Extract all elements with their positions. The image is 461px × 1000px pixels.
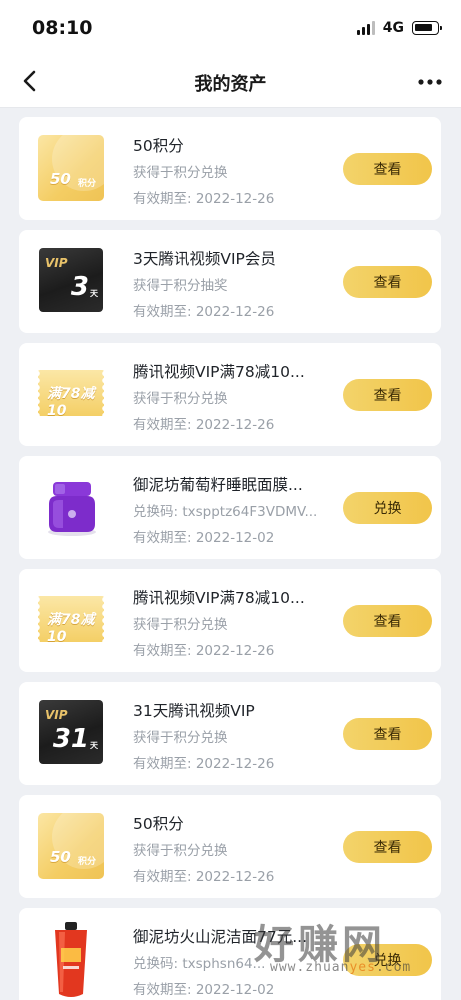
asset-list: 50 积分 50积分 获得于积分兑换 有效期至: 2022-12-26 查看 VIP 3 天 3天… bbox=[19, 117, 441, 1000]
coupon-thumbnail: 满78减10 bbox=[37, 370, 104, 419]
more-options-icon[interactable] bbox=[417, 70, 443, 94]
asset-title: 腾讯视频VIP满78减10... bbox=[133, 363, 305, 381]
asset-source: 获得于积分兑换 bbox=[133, 617, 228, 633]
thumbnail-vip-days: 3 bbox=[70, 272, 89, 302]
thumbnail-vip-days: 31 bbox=[52, 724, 89, 754]
thumbnail-vip-label: VIP bbox=[45, 708, 68, 722]
asset-expiry: 有效期至: 2022-12-26 bbox=[133, 643, 275, 659]
asset-expiry: 有效期至: 2022-12-26 bbox=[133, 417, 275, 433]
asset-source: 获得于积分兑换 bbox=[133, 165, 228, 181]
asset-title: 50积分 bbox=[133, 137, 184, 155]
cleanser-tube-image bbox=[43, 920, 99, 1000]
asset-title: 31天腾讯视频VIP bbox=[133, 702, 255, 720]
asset-expiry: 有效期至: 2022-12-26 bbox=[133, 869, 275, 885]
asset-title: 御泥坊火山泥洁面77元... bbox=[133, 928, 308, 946]
points-thumbnail: 50 积分 bbox=[38, 813, 104, 879]
asset-card: 满78减10 腾讯视频VIP满78减10... 获得于积分兑换有效期至: 2022-… bbox=[19, 569, 441, 672]
face-mask-jar-image bbox=[41, 476, 103, 538]
view-button[interactable]: 查看 bbox=[343, 718, 432, 750]
asset-title: 3天腾讯视频VIP会员 bbox=[133, 250, 276, 268]
asset-source: 获得于积分抽奖 bbox=[133, 278, 228, 294]
view-button[interactable]: 查看 bbox=[343, 605, 432, 637]
asset-expiry: 有效期至: 2022-12-26 bbox=[133, 756, 275, 772]
asset-card: 御泥坊火山泥洁面77元... 兑换码: txsphsn64... 有效期至: 202… bbox=[19, 908, 441, 1000]
asset-expiry: 有效期至: 2022-12-26 bbox=[133, 304, 275, 320]
vip-thumbnail: VIP 3 天 bbox=[39, 248, 103, 312]
thumbnail-vip-unit: 天 bbox=[90, 289, 98, 298]
status-bar: 08:10 4G bbox=[0, 0, 461, 56]
thumbnail-coupon-text: 满78减10 bbox=[47, 386, 95, 419]
status-indicators: 4G bbox=[356, 20, 442, 36]
vip-thumbnail: VIP 31 天 bbox=[39, 700, 103, 764]
asset-expiry: 有效期至: 2022-12-02 bbox=[133, 530, 275, 546]
network-label: 4G bbox=[382, 20, 404, 36]
asset-expiry: 有效期至: 2022-12-26 bbox=[133, 191, 275, 207]
view-button[interactable]: 查看 bbox=[343, 831, 432, 863]
asset-card: VIP 31 天 31天腾讯视频VIP 获得于积分兑换有效期至: 2022-12-26 查… bbox=[19, 682, 441, 785]
view-button[interactable]: 查看 bbox=[343, 379, 432, 411]
points-thumbnail: 50 积分 bbox=[38, 135, 104, 201]
redeem-button[interactable]: 兑换 bbox=[343, 492, 432, 524]
asset-source: 获得于积分兑换 bbox=[133, 843, 228, 859]
asset-card: 御泥坊葡萄籽睡眠面膜... 兑换码: txspptz64F3VDMV... 有效期至… bbox=[19, 456, 441, 559]
status-time: 08:10 bbox=[32, 17, 93, 39]
asset-title: 御泥坊葡萄籽睡眠面膜... bbox=[133, 476, 303, 494]
signal-icon bbox=[356, 21, 375, 35]
redeem-button[interactable]: 兑换 bbox=[343, 944, 432, 976]
nav-bar: 我的资产 bbox=[0, 56, 461, 108]
coupon-thumbnail: 满78减10 bbox=[37, 596, 104, 645]
thumbnail-points-value: 50 bbox=[50, 848, 71, 866]
asset-card: VIP 3 天 3天腾讯视频VIP会员 获得于积分抽奖有效期至: 2022-12-26 查… bbox=[19, 230, 441, 333]
asset-title: 腾讯视频VIP满78减10... bbox=[133, 589, 305, 607]
asset-source: 获得于积分兑换 bbox=[133, 391, 228, 407]
page-title: 我的资产 bbox=[194, 74, 267, 95]
asset-source: 获得于积分兑换 bbox=[133, 730, 228, 746]
asset-card: 50 积分 50积分 获得于积分兑换 有效期至: 2022-12-26 查看 bbox=[19, 117, 441, 220]
asset-card: 50 积分 50积分 获得于积分兑换 有效期至: 2022-12-26 查看 bbox=[19, 795, 441, 898]
asset-expiry: 有效期至: 2022-12-02 bbox=[133, 982, 275, 998]
asset-card: 满78减10 腾讯视频VIP满78减10... 获得于积分兑换有效期至: 2022-… bbox=[19, 343, 441, 446]
view-button[interactable]: 查看 bbox=[343, 153, 432, 185]
thumbnail-points-unit: 积分 bbox=[78, 179, 97, 189]
thumbnail-points-unit: 积分 bbox=[78, 857, 97, 867]
thumbnail-vip-unit: 天 bbox=[90, 741, 98, 750]
thumbnail-points-value: 50 bbox=[50, 170, 71, 188]
asset-source: 兑换码: txspptz64F3VDMV... bbox=[133, 504, 318, 520]
thumbnail-coupon-text: 满78减10 bbox=[47, 612, 95, 645]
asset-source: 兑换码: txsphsn64... bbox=[133, 956, 266, 972]
view-button[interactable]: 查看 bbox=[343, 266, 432, 298]
asset-title: 50积分 bbox=[133, 815, 184, 833]
battery-icon bbox=[412, 21, 442, 35]
thumbnail-vip-label: VIP bbox=[45, 256, 68, 270]
